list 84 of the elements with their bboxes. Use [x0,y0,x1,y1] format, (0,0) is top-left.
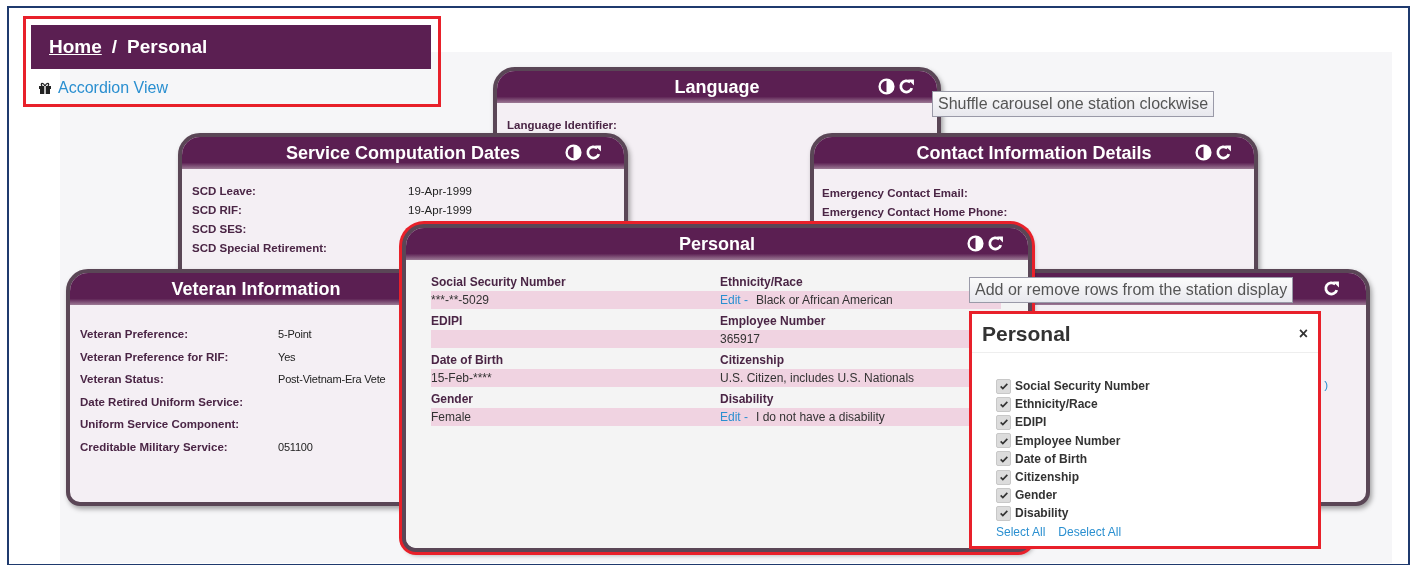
field-label: Date of Birth [431,352,503,369]
refresh-icon[interactable] [1215,144,1232,161]
field-label: Social Security Number [431,274,566,291]
field-label: Emergency Contact Home Phone: [822,205,1009,218]
home-link[interactable]: Home [49,36,102,58]
field-value: 19-Apr-1999 [408,203,472,216]
gift-icon [38,82,52,94]
checkbox-label: Disability [1015,506,1069,521]
checkbox-label: Gender [1015,488,1057,503]
checkbox-label: Date of Birth [1015,451,1087,466]
checkbox[interactable] [996,469,1011,485]
breadcrumb-separator: / [111,36,118,58]
checkbox[interactable] [996,451,1011,467]
field-label: SCD RIF: [192,203,243,216]
card-title: Language [674,76,760,98]
edit-link[interactable]: Edit - [720,293,748,307]
field-label: SCD Special Retirement: [192,241,328,254]
field-value: Post-Vietnam-Era Vete [278,373,386,386]
breadcrumb-current: Personal [127,36,208,58]
card-title: Service Computation Dates [285,142,521,164]
field-label: Veteran Preference: [80,328,190,341]
contrast-icon[interactable] [1195,144,1212,161]
field-value: ) [1324,378,1328,391]
field-value: 19-Apr-1999 [408,184,472,197]
checkbox[interactable] [996,505,1011,521]
select-link[interactable]: Select All [996,524,1046,539]
select-link[interactable]: Deselect All [1058,524,1122,539]
field-value: 365917 [720,332,761,346]
field-value: Yes [278,350,296,363]
checkbox[interactable] [996,414,1011,430]
checkbox-label: Social Security Number [1015,379,1150,394]
check-icon [998,472,1009,483]
field-label: Date Retired Uniform Service: [80,395,244,408]
field-value: Black or African American [756,293,893,307]
checkbox-label: Citizenship [1015,470,1079,485]
field-label: Gender [431,391,473,408]
card-title: Veteran Information [171,278,341,300]
tooltip: Shuffle carousel one station clockwise [932,91,1215,117]
checkbox[interactable] [996,487,1011,503]
check-icon [998,381,1009,392]
checkbox[interactable] [996,396,1011,412]
field-label: Language Identifier: [507,118,618,131]
field-value: I do not have a disability [756,410,885,424]
refresh-icon[interactable] [898,78,915,95]
checkbox[interactable] [996,378,1011,394]
check-icon [998,490,1009,501]
accordion-view-link[interactable]: Accordion View [58,79,168,97]
tooltip: Add or remove rows from the station display [969,277,1294,303]
field-label: Veteran Preference for RIF: [80,350,230,363]
contrast-icon[interactable] [565,144,582,161]
checkbox[interactable] [996,433,1011,449]
checkbox-label: Ethnicity/Race [1015,397,1098,412]
field-label: Ethnicity/Race [720,274,803,291]
field-label: Uniform Service Component: [80,418,241,431]
field-value: ***-**-5029 [431,293,490,307]
close-button[interactable]: × [1298,325,1308,343]
field-label: Citizenship [720,352,784,369]
check-icon [998,417,1009,428]
field-value: 15-Feb-**** [431,371,492,385]
contrast-icon[interactable] [878,78,895,95]
field-value: 051100 [278,440,313,453]
field-label: Veteran Status: [80,373,165,386]
field-label: SCD Leave: [192,184,257,197]
checkbox-label: Employee Number [1015,433,1121,448]
edit-link[interactable]: Edit - [720,410,748,424]
field-value: Female [431,410,471,424]
refresh-icon[interactable] [585,144,602,161]
popup-title: Personal [982,322,1071,346]
field-label: SCD SES: [192,222,248,235]
field-label: Disability [720,391,774,408]
card-title: Personal [678,233,755,255]
check-icon [998,508,1009,519]
refresh-icon[interactable] [1323,280,1340,297]
field-label: Employee Number [720,313,826,330]
field-value: U.S. Citizen, includes U.S. Nationals [720,371,915,385]
field-label: EDIPI [431,313,463,330]
field-value: 5-Point [278,328,312,341]
field-label: Emergency Contact Email: [822,186,969,199]
refresh-icon[interactable] [987,235,1004,252]
field-label: Creditable Military Service: [80,440,229,453]
contrast-icon[interactable] [967,235,984,252]
check-icon [998,399,1009,410]
checkbox-label: EDIPI [1015,415,1047,430]
card-title: Contact Information Details [916,142,1152,164]
